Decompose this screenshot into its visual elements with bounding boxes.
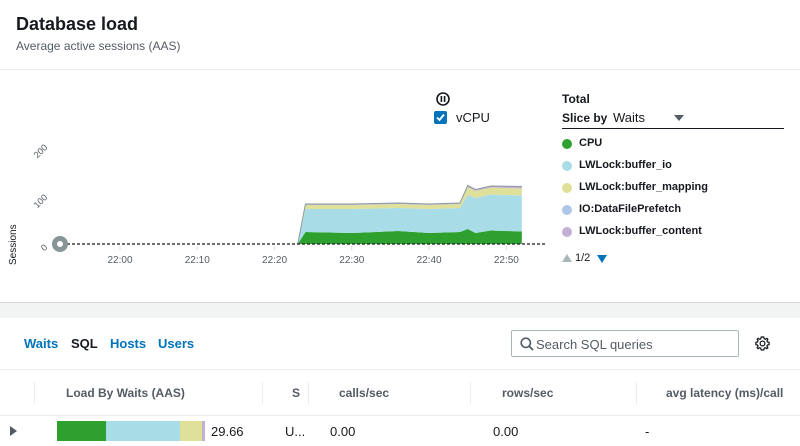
column-separator — [470, 382, 471, 404]
x-tick-label: 22:00 — [107, 255, 132, 266]
legend-label: LWLock:buffer_mapping — [579, 181, 708, 193]
search-icon — [520, 337, 534, 351]
y-tick-label: 200 — [32, 142, 50, 160]
column-rows[interactable]: rows/sec — [502, 386, 553, 400]
checkmark-icon — [436, 113, 445, 122]
legend-swatch — [562, 183, 572, 193]
y-tick-label: 100 — [32, 192, 50, 210]
x-tick-label: 22:10 — [185, 255, 210, 266]
column-separator — [262, 382, 263, 404]
tab-hosts[interactable]: Hosts — [110, 336, 146, 351]
calls-cell: 0.00 — [330, 424, 356, 439]
y-axis-title: Sessions — [8, 224, 19, 265]
column-statement[interactable]: S — [292, 386, 302, 400]
x-tick-label: 22:20 — [262, 255, 287, 266]
load-segment — [105, 421, 180, 441]
legend-total-label: Total — [562, 92, 590, 106]
select-underline — [562, 128, 784, 129]
vcpu-checkbox[interactable] — [434, 111, 447, 124]
page-down-icon[interactable] — [597, 255, 607, 263]
legend-label: CPU — [579, 137, 603, 149]
column-separator — [34, 382, 35, 404]
legend-label: IO:DataFilePrefetch — [579, 203, 682, 215]
load-value: 29.66 — [211, 424, 244, 439]
legend-label: LWLock:buffer_content — [579, 225, 702, 237]
column-separator — [308, 382, 309, 404]
table-header: Load By Waits (AAS) S calls/sec rows/sec… — [0, 370, 800, 416]
panel-header: Database load Average active sessions (A… — [0, 0, 800, 70]
search-input[interactable] — [536, 335, 732, 353]
timeline-handle-dot — [57, 241, 63, 247]
column-calls[interactable]: calls/sec — [339, 386, 389, 400]
page-title: Database load — [16, 14, 139, 34]
legend-swatch — [562, 205, 572, 215]
x-tick-label: 22:40 — [417, 255, 442, 266]
pause-icon[interactable] — [436, 92, 450, 106]
slice-by-select[interactable]: Waits — [613, 110, 645, 125]
load-segment — [57, 421, 106, 441]
legend-swatch — [562, 139, 572, 149]
column-separator — [636, 382, 637, 404]
load-segment — [179, 421, 203, 441]
page-up-icon[interactable] — [562, 254, 572, 262]
y-tick-label: 0 — [39, 242, 50, 253]
column-load[interactable]: Load By Waits (AAS) — [66, 386, 185, 400]
slice-by-label: Slice by — [562, 111, 608, 125]
x-tick-label: 22:50 — [494, 255, 519, 266]
tab-sql[interactable]: SQL — [71, 336, 98, 351]
chevron-down-icon[interactable] — [674, 115, 684, 121]
latency-cell: - — [645, 424, 650, 439]
gear-icon[interactable] — [754, 335, 771, 352]
legend-label: IO:DataFileRead — [579, 247, 664, 248]
legend-label: LWLock:buffer_io — [579, 159, 672, 171]
tab-users[interactable]: Users — [158, 336, 194, 351]
table-row[interactable]: 29.66 U... 0.00 0.00 - — [0, 416, 800, 446]
page-subtitle: Average active sessions (AAS) — [16, 39, 181, 53]
load-bar — [57, 421, 205, 441]
column-latency[interactable]: avg latency (ms)/call — [666, 386, 783, 400]
section-divider — [0, 302, 800, 318]
load-segment — [202, 421, 205, 441]
tabs-bar: Waits SQL Hosts Users — [0, 318, 800, 370]
tab-waits[interactable]: Waits — [24, 336, 58, 351]
legend-list: CPU LWLock:buffer_io LWLock:buffer_mapping… — [562, 132, 784, 248]
rows-cell: 0.00 — [493, 424, 519, 439]
legend-swatch — [562, 161, 572, 171]
search-box[interactable] — [511, 330, 739, 357]
vcpu-label: vCPU — [456, 110, 490, 125]
expand-caret-icon[interactable] — [10, 426, 17, 436]
pager-text: 1/2 — [575, 252, 591, 264]
statement-cell[interactable]: U... — [285, 424, 305, 439]
x-tick-label: 22:30 — [339, 255, 364, 266]
legend-swatch — [562, 227, 572, 237]
